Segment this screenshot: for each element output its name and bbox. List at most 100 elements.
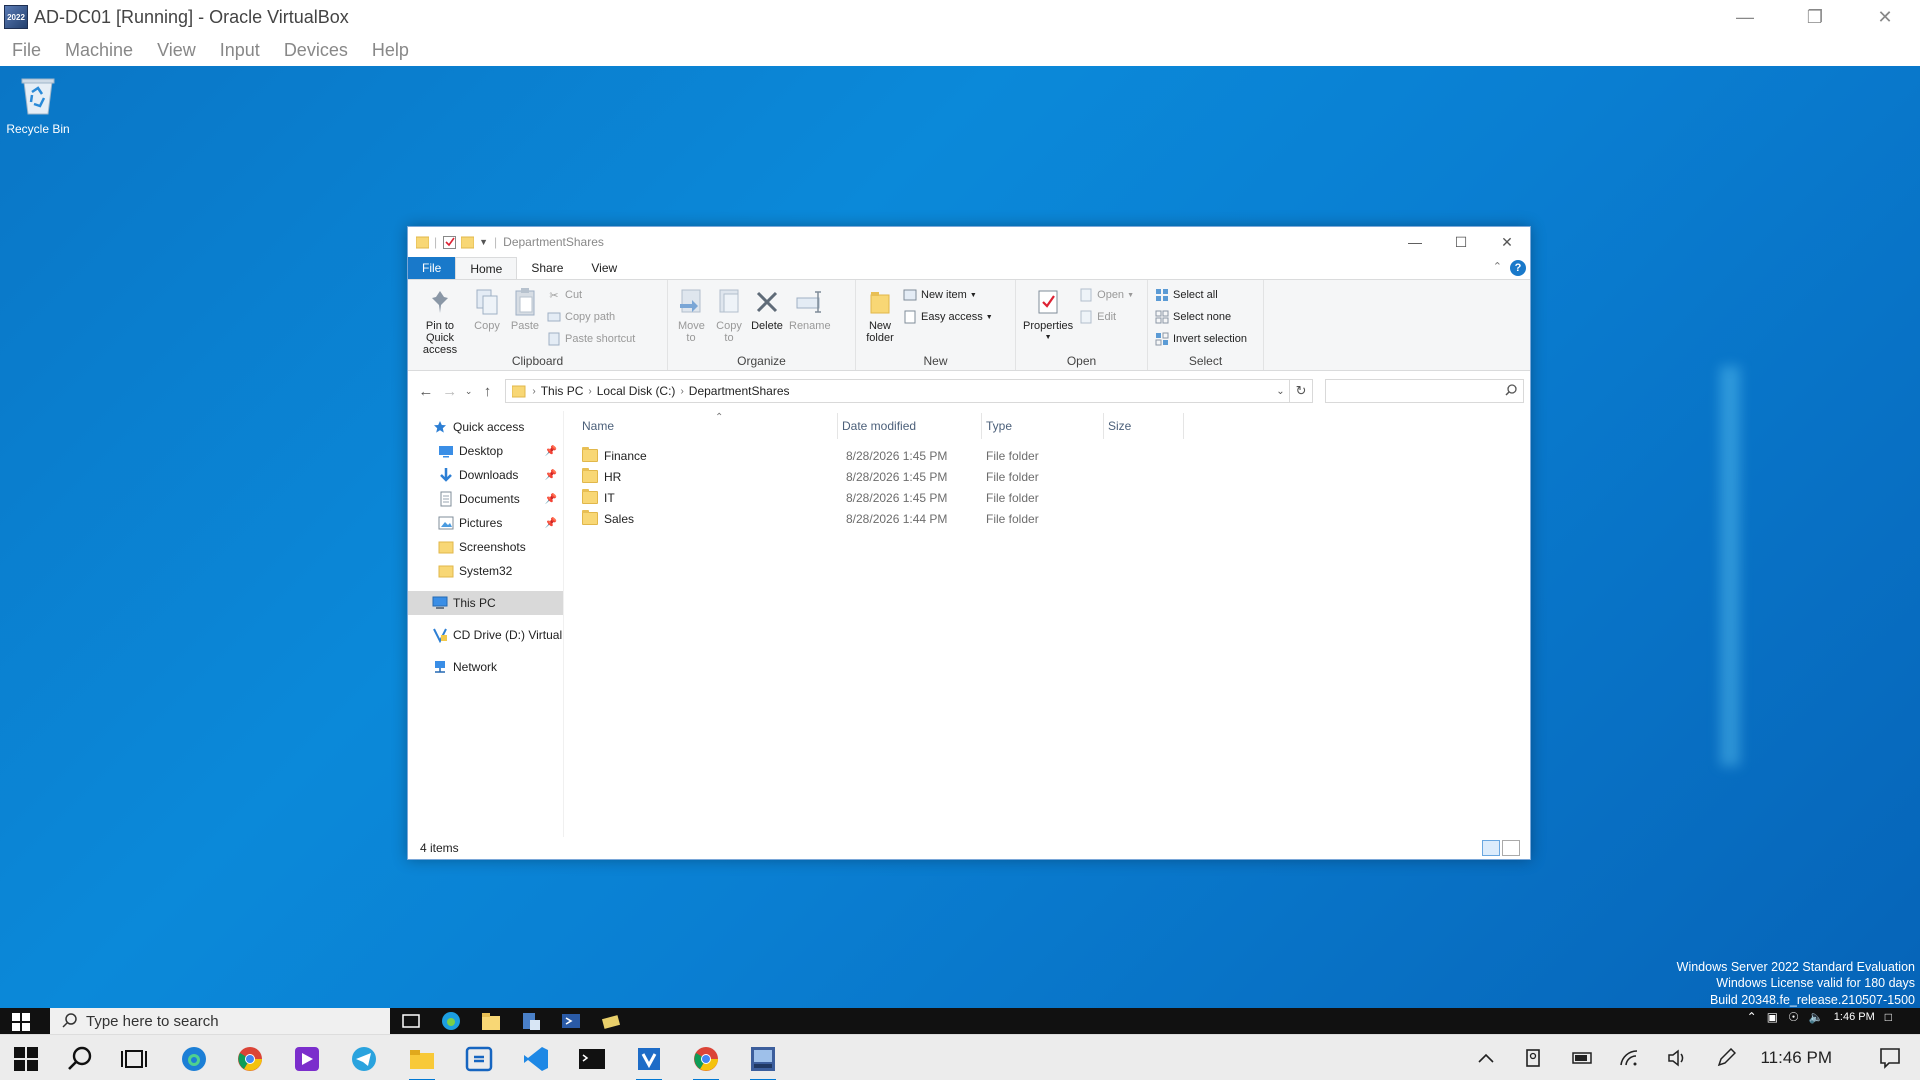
virtualbox-icon[interactable] xyxy=(632,1042,666,1080)
up-arrow-icon[interactable]: ↑ xyxy=(476,383,500,400)
nav-cd-drive[interactable]: CD Drive (D:) VirtualB xyxy=(408,623,563,647)
edge-icon[interactable] xyxy=(177,1042,211,1076)
large-icons-view-icon[interactable] xyxy=(1502,840,1520,856)
nav-network[interactable]: Network xyxy=(408,655,563,679)
breadcrumb-this-pc[interactable]: This PC xyxy=(536,384,589,398)
vm-window-icon[interactable] xyxy=(746,1042,780,1080)
tray-chevron-icon[interactable]: ⌃ xyxy=(1747,1010,1757,1024)
nav-item-system32[interactable]: System32 xyxy=(408,559,563,583)
show-hidden-icons-chevron-icon[interactable] xyxy=(1462,1052,1510,1064)
guest-clock[interactable]: 1:46 PM xyxy=(1834,1011,1875,1023)
explorer-maximize-button[interactable]: ☐ xyxy=(1438,227,1484,257)
minimize-button[interactable]: — xyxy=(1710,0,1780,34)
folder-stack-icon[interactable] xyxy=(600,1010,622,1032)
restore-button[interactable]: ❐ xyxy=(1780,0,1850,34)
windows-start-icon[interactable] xyxy=(12,1013,30,1031)
file-explorer-icon[interactable] xyxy=(405,1042,439,1080)
explorer-minimize-button[interactable]: — xyxy=(1392,227,1438,257)
nav-this-pc[interactable]: This PC xyxy=(408,591,563,615)
task-view-icon[interactable] xyxy=(400,1010,422,1032)
column-name[interactable]: Name xyxy=(578,413,838,439)
menu-help[interactable]: Help xyxy=(360,40,421,61)
column-size[interactable]: Size xyxy=(1104,413,1184,439)
task-view-icon[interactable] xyxy=(117,1042,151,1076)
terminal-icon[interactable] xyxy=(575,1042,609,1076)
menu-machine[interactable]: Machine xyxy=(53,40,145,61)
edge-icon[interactable] xyxy=(440,1010,462,1032)
chrome-icon[interactable] xyxy=(233,1042,267,1076)
invert-selection-button[interactable]: Invert selection xyxy=(1155,328,1247,350)
camera-app-icon[interactable] xyxy=(1510,1048,1558,1068)
close-button[interactable]: ✕ xyxy=(1850,0,1920,34)
vscode-icon[interactable] xyxy=(519,1042,553,1076)
details-view-icon[interactable] xyxy=(1482,840,1500,856)
properties-button[interactable]: Properties ▼ xyxy=(1020,284,1076,344)
collapse-ribbon-icon[interactable]: ⌃ xyxy=(1493,260,1502,273)
breadcrumb-local-disk[interactable]: Local Disk (C:) xyxy=(592,384,681,398)
file-row[interactable]: Sales 8/28/2026 1:44 PM File folder xyxy=(578,508,1530,529)
telegram-icon[interactable] xyxy=(347,1042,381,1076)
copy-path-button[interactable]: Copy path xyxy=(547,306,635,328)
windows-start-icon[interactable] xyxy=(9,1042,43,1076)
menu-view[interactable]: View xyxy=(145,40,208,61)
video-editor-icon[interactable] xyxy=(290,1042,324,1076)
notification-icon[interactable]: □ xyxy=(1885,1010,1892,1024)
copy-button[interactable]: Copy xyxy=(468,284,506,332)
pin-to-quick-access-button[interactable]: Pin to Quick access xyxy=(412,284,468,356)
properties-check-icon[interactable] xyxy=(443,235,457,249)
paste-button[interactable]: Paste xyxy=(506,284,544,332)
battery-icon[interactable] xyxy=(1558,1050,1606,1066)
delete-button[interactable]: Delete xyxy=(748,284,786,332)
new-item-button[interactable]: New item ▼ xyxy=(903,284,993,306)
nav-item-downloads[interactable]: Downloads 📌 xyxy=(408,463,563,487)
address-dropdown-icon[interactable]: ⌄ xyxy=(1276,386,1284,397)
copy-to-button[interactable]: Copy to xyxy=(710,284,748,344)
edit-button[interactable]: Edit xyxy=(1079,306,1134,328)
remote-desktop-icon[interactable] xyxy=(462,1042,496,1076)
menu-file[interactable]: File xyxy=(0,40,53,61)
chrome-profile-icon[interactable] xyxy=(689,1042,723,1080)
back-arrow-icon[interactable]: ← xyxy=(414,383,438,400)
recycle-bin[interactable]: Recycle Bin xyxy=(6,74,70,136)
nav-item-desktop[interactable]: Desktop 📌 xyxy=(408,439,563,463)
nav-quick-access[interactable]: Quick access xyxy=(408,415,563,439)
select-all-button[interactable]: Select all xyxy=(1155,284,1247,306)
volume-icon[interactable]: 🔈 xyxy=(1809,1010,1824,1024)
pen-icon[interactable] xyxy=(1702,1048,1750,1068)
tab-file[interactable]: File xyxy=(408,257,456,279)
notification-center-icon[interactable] xyxy=(1866,1047,1914,1069)
new-folder-button[interactable]: New folder xyxy=(860,284,900,344)
easy-access-button[interactable]: Easy access ▼ xyxy=(903,306,993,328)
volume-icon[interactable] xyxy=(1654,1049,1702,1067)
search-icon[interactable] xyxy=(63,1042,97,1076)
nav-item-documents[interactable]: Documents 📌 xyxy=(408,487,563,511)
guest-search-box[interactable]: Type here to search xyxy=(50,1008,390,1034)
search-box[interactable] xyxy=(1325,379,1524,403)
paste-shortcut-button[interactable]: Paste shortcut xyxy=(547,328,635,350)
new-folder-icon[interactable] xyxy=(461,235,475,249)
address-bar[interactable]: › This PC › Local Disk (C:) › Department… xyxy=(505,379,1290,403)
globe-icon[interactable]: ☉ xyxy=(1788,1010,1799,1024)
open-button[interactable]: Open ▼ xyxy=(1079,284,1134,306)
column-date-modified[interactable]: Date modified xyxy=(838,413,982,439)
tab-home[interactable]: Home xyxy=(455,257,518,279)
tab-share[interactable]: Share xyxy=(517,257,577,279)
file-explorer-icon[interactable] xyxy=(480,1010,502,1032)
nav-item-pictures[interactable]: Pictures 📌 xyxy=(408,511,563,535)
menu-input[interactable]: Input xyxy=(208,40,272,61)
tab-view[interactable]: View xyxy=(577,257,631,279)
recent-locations-chevron-icon[interactable]: ⌄ xyxy=(462,386,476,397)
powershell-icon[interactable] xyxy=(560,1010,582,1032)
server-manager-icon[interactable] xyxy=(520,1010,542,1032)
cut-button[interactable]: ✂ Cut xyxy=(547,284,635,306)
search-input[interactable] xyxy=(1326,380,1497,402)
breadcrumb-department-shares[interactable]: DepartmentShares xyxy=(684,384,795,398)
network-tray-icon[interactable]: ▣ xyxy=(1767,1010,1778,1024)
rename-button[interactable]: Rename xyxy=(786,284,834,332)
file-row[interactable]: IT 8/28/2026 1:45 PM File folder xyxy=(578,487,1530,508)
select-none-button[interactable]: Select none xyxy=(1155,306,1247,328)
host-clock[interactable]: 11:46 PM xyxy=(1760,1048,1832,1068)
file-row[interactable]: HR 8/28/2026 1:45 PM File folder xyxy=(578,466,1530,487)
nav-item-screenshots[interactable]: Screenshots xyxy=(408,535,563,559)
explorer-close-button[interactable]: ✕ xyxy=(1484,227,1530,257)
